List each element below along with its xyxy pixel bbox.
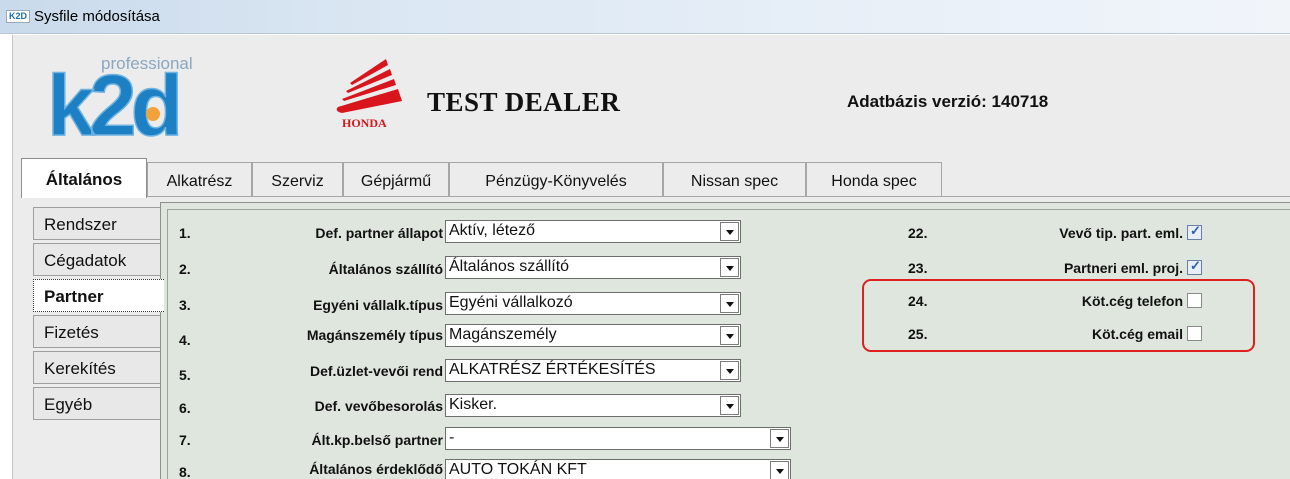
select-value: Kisker. — [449, 396, 498, 413]
side-tab-cegadatok[interactable]: Cégadatok — [33, 243, 161, 276]
chevron-down-icon[interactable] — [720, 222, 739, 241]
window-title: Sysfile módosítása — [34, 8, 160, 25]
honda-wing-logo: HONDA — [336, 59, 402, 129]
row-number: 5. — [179, 367, 191, 383]
tab-penzugy-konyveles[interactable]: Pénzügy-Könyvelés — [449, 162, 663, 196]
row-number: 7. — [179, 432, 191, 448]
chevron-down-icon[interactable] — [720, 326, 739, 345]
select-value: Általános szállító — [449, 258, 570, 275]
side-tab-rendszer[interactable]: Rendszer — [33, 207, 161, 240]
alt-kp-belso-partner-select[interactable]: - — [445, 427, 791, 450]
row-number: 23. — [908, 260, 928, 276]
row-number: 22. — [908, 225, 928, 241]
row-number: 3. — [179, 297, 191, 313]
row-label: Magánszemély típus — [306, 327, 443, 343]
select-value: Magánszemély — [449, 326, 557, 343]
tab-alkatresz[interactable]: Alkatrész — [147, 162, 252, 196]
chevron-down-icon[interactable] — [770, 429, 789, 448]
partneri-eml-proj-checkbox[interactable] — [1187, 258, 1202, 275]
side-tab-kerekites[interactable]: Kerekítés — [33, 351, 161, 384]
side-tab-partner[interactable]: Partner — [33, 279, 164, 312]
tab-honda-spec[interactable]: Honda spec — [806, 162, 942, 196]
altalanos-szallito-select[interactable]: Általános szállító — [445, 256, 741, 279]
egyeni-vallalk-tipus-select[interactable]: Egyéni vállalkozó — [445, 292, 741, 315]
k2d-logo: professional k2d — [46, 54, 192, 145]
db-version-label: Adatbázis verzió: 140718 — [847, 92, 1049, 111]
row-number: 8. — [179, 464, 191, 479]
row-number: 4. — [179, 332, 191, 348]
side-tab-egyeb[interactable]: Egyéb — [33, 387, 161, 420]
row-label: Általános szállító — [328, 261, 443, 277]
tab-nissan-spec[interactable]: Nissan spec — [663, 162, 806, 196]
chevron-down-icon[interactable] — [720, 294, 739, 313]
tab-gepjarmu[interactable]: Gépjármű — [343, 162, 449, 196]
row-number: 2. — [179, 261, 191, 277]
row-label: Vevő tip. part. eml. — [1059, 225, 1183, 241]
tab-divider — [147, 196, 1290, 197]
altalanos-erdeklodo-select[interactable]: AUTO TOKÁN KFT — [445, 459, 791, 479]
logo-dot-icon — [146, 107, 160, 121]
honda-brand-text: HONDA — [342, 116, 387, 129]
row-label: Def. partner állapot — [315, 225, 443, 241]
row-number: 1. — [179, 225, 191, 241]
row-label: Egyéni vállalk.típus — [313, 297, 443, 313]
vevo-tip-part-eml-checkbox[interactable] — [1187, 223, 1202, 240]
chevron-down-icon[interactable] — [720, 361, 739, 380]
logo-text: k2d — [47, 58, 178, 145]
def-vevobesorolas-select[interactable]: Kisker. — [445, 394, 741, 417]
chevron-down-icon[interactable] — [770, 461, 789, 479]
app-icon: K2D — [6, 10, 30, 23]
select-value: - — [449, 429, 455, 446]
def-uzlet-vevoi-rend-select[interactable]: ALKATRÉSZ ÉRTÉKESÍTÉS — [445, 359, 741, 382]
side-tab-fizetes[interactable]: Fizetés — [33, 315, 161, 348]
select-value: Egyéni vállalkozó — [449, 294, 573, 311]
select-value: Aktív, létező — [449, 222, 535, 239]
row-number: 6. — [179, 400, 191, 416]
dealer-name: TEST DEALER — [427, 87, 621, 117]
tab-szerviz[interactable]: Szerviz — [252, 162, 343, 196]
select-value: ALKATRÉSZ ÉRTÉKESÍTÉS — [449, 361, 656, 378]
row-label: Def. vevőbesorolás — [314, 398, 443, 414]
row-label: Általános érdeklődő — [309, 461, 443, 477]
maganszemely-tipus-select[interactable]: Magánszemély — [445, 324, 741, 347]
chevron-down-icon[interactable] — [720, 396, 739, 415]
select-value: AUTO TOKÁN KFT — [449, 461, 587, 478]
highlight-annotation — [862, 279, 1255, 352]
title-bar: K2D Sysfile módosítása — [0, 0, 1290, 34]
def-partner-allapot-select[interactable]: Aktív, létező — [445, 220, 741, 243]
main-window: professional k2d HONDA TEST DEALER Adatb… — [12, 35, 1290, 479]
row-label: Def.üzlet-vevői rend — [309, 363, 443, 379]
row-label: Partneri eml. proj. — [1063, 260, 1183, 276]
tab-altalanos[interactable]: Általános — [21, 158, 147, 198]
chevron-down-icon[interactable] — [720, 258, 739, 277]
row-label: Ált.kp.belső partner — [311, 432, 443, 448]
